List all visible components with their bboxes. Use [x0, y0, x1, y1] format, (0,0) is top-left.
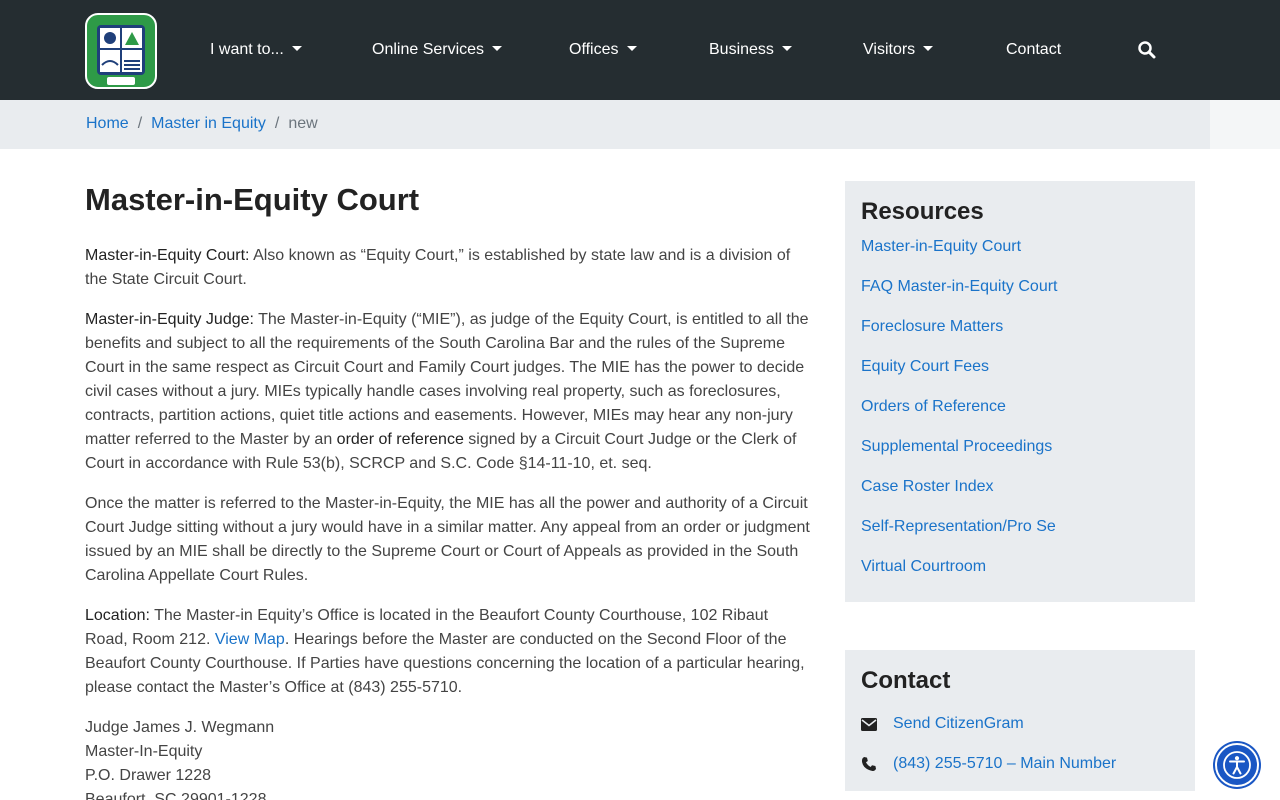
label-location: Location:: [85, 607, 150, 624]
contact-row-phone: (843) 255-5710 – Main Number: [861, 744, 1179, 784]
nav-online-services[interactable]: Online Services: [372, 38, 503, 62]
contact-panel: Contact Send CitizenGram (843) 255-5710 …: [845, 650, 1195, 791]
label-judge: Master-in-Equity Judge:: [85, 311, 254, 328]
order-of-reference-text: order of reference: [336, 431, 464, 448]
phone-icon: [861, 756, 893, 772]
breadcrumb-separator: /: [274, 115, 280, 132]
resource-link-master-in-equity-court[interactable]: Master-in-Equity Court: [861, 238, 1021, 255]
county-logo[interactable]: [85, 13, 157, 89]
main-content: Master-in-Equity Court Master-in-Equity …: [85, 176, 815, 800]
contact-row-citizengram: Send CitizenGram: [861, 704, 1179, 744]
envelope-icon: [861, 717, 893, 731]
breadcrumb-home[interactable]: Home: [86, 115, 129, 132]
breadcrumb-master-in-equity[interactable]: Master in Equity: [151, 115, 266, 132]
nav-visitors[interactable]: Visitors: [863, 38, 934, 62]
search-icon[interactable]: [1137, 40, 1157, 60]
label-court: Master-in-Equity Court:: [85, 247, 250, 264]
view-map-link[interactable]: View Map: [215, 631, 285, 648]
main-phone-link[interactable]: (843) 255-5710 – Main Number: [893, 752, 1116, 776]
contact-title: Contact: [861, 667, 951, 694]
resource-link-orders-of-reference[interactable]: Orders of Reference: [861, 398, 1006, 415]
list-item: Foreclosure Matters: [861, 315, 1179, 355]
list-item: Equity Court Fees: [861, 355, 1179, 395]
caret-down-icon: [626, 46, 637, 51]
accessibility-icon: [1223, 751, 1251, 779]
breadcrumb-bar-edge: [1210, 100, 1280, 149]
resource-link-self-representation[interactable]: Self-Representation/Pro Se: [861, 518, 1056, 535]
list-item: Virtual Courtroom: [861, 555, 1179, 595]
send-citizengram-link[interactable]: Send CitizenGram: [893, 712, 1024, 736]
resource-link-faq[interactable]: FAQ Master-in-Equity Court: [861, 278, 1058, 295]
list-item: Supplemental Proceedings: [861, 435, 1179, 475]
list-item: Master-in-Equity Court: [861, 235, 1179, 275]
list-item: FAQ Master-in-Equity Court: [861, 275, 1179, 315]
caret-down-icon: [291, 46, 302, 51]
nav-i-want-to[interactable]: I want to...: [210, 38, 302, 62]
nav-offices[interactable]: Offices: [569, 38, 637, 62]
accessibility-button[interactable]: [1215, 743, 1259, 787]
caret-down-icon: [923, 46, 934, 51]
breadcrumb: Home / Master in Equity / new: [86, 114, 318, 134]
resources-list: Master-in-Equity Court FAQ Master-in-Equ…: [861, 235, 1179, 595]
list-item: Orders of Reference: [861, 395, 1179, 435]
paragraph-court: Master-in-Equity Court: Also known as “E…: [85, 247, 791, 288]
top-navbar: I want to... Online Services Offices Bus…: [0, 0, 1280, 100]
caret-down-icon: [492, 46, 503, 51]
list-item: Case Roster Index: [861, 475, 1179, 515]
address-line: P.O. Drawer 1228: [85, 767, 211, 784]
resource-link-virtual-courtroom[interactable]: Virtual Courtroom: [861, 558, 986, 575]
resource-link-supplemental-proceedings[interactable]: Supplemental Proceedings: [861, 438, 1052, 455]
resources-title: Resources: [861, 198, 984, 225]
breadcrumb-current: new: [288, 115, 318, 132]
resources-panel: Resources Master-in-Equity Court FAQ Mas…: [845, 181, 1195, 602]
paragraph-judge: Master-in-Equity Judge: The Master-in-Eq…: [85, 311, 809, 472]
breadcrumb-separator: /: [137, 115, 143, 132]
address-line: Beaufort, SC 29901-1228: [85, 791, 267, 800]
address-line: Master-In-Equity: [85, 743, 203, 760]
caret-down-icon: [781, 46, 792, 51]
resource-link-case-roster-index[interactable]: Case Roster Index: [861, 478, 994, 495]
list-item: Self-Representation/Pro Se: [861, 515, 1179, 555]
nav-business[interactable]: Business: [709, 38, 792, 62]
paragraph-referral: Once the matter is referred to the Maste…: [85, 495, 810, 584]
paragraph-location: Location: The Master-in Equity’s Office …: [85, 607, 805, 696]
page-title: Master-in-Equity Court: [85, 182, 420, 217]
resource-link-foreclosure-matters[interactable]: Foreclosure Matters: [861, 318, 1003, 335]
nav-contact[interactable]: Contact: [1006, 38, 1061, 62]
address-line: Judge James J. Wegmann: [85, 719, 275, 736]
mailing-address: Judge James J. Wegmann Master-In-Equity …: [85, 716, 815, 800]
resource-link-equity-court-fees[interactable]: Equity Court Fees: [861, 358, 989, 375]
